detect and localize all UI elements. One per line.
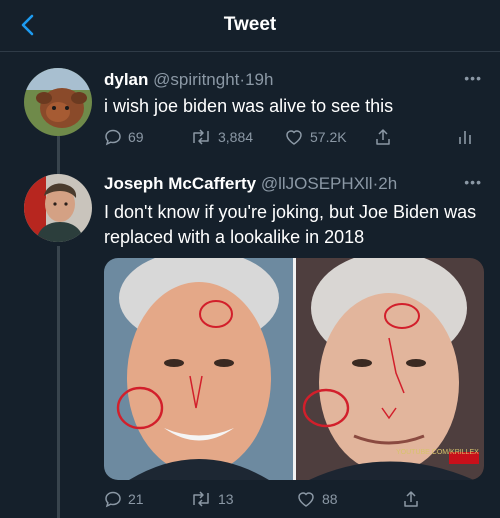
user-handle[interactable]: @spiritnght [153,70,239,89]
tweet-joseph[interactable]: Joseph McCafferty @llJOSEPHXll·2h ••• I … [0,160,500,518]
page-title: Tweet [223,14,277,35]
tweet-media[interactable]: YOUTUBE.COM/KRILLEX [104,258,484,480]
tweet-header: Joseph McCafferty @llJOSEPHXll·2h [104,174,397,194]
like-button[interactable]: 88 [296,490,338,508]
retweet-button[interactable]: 3,884 [190,128,253,146]
share-button[interactable] [374,128,392,146]
timestamp[interactable]: 2h [378,174,397,193]
analytics-button[interactable] [456,128,474,146]
reply-count: 21 [128,491,144,507]
display-name[interactable]: Joseph McCafferty [104,174,256,193]
more-options-icon[interactable]: ••• [464,174,482,190]
share-button[interactable] [402,490,420,508]
reply-button[interactable]: 21 [104,490,144,508]
top-bar: Tweet [0,0,500,52]
tweet-text: I don't know if you're joking, but Joe B… [104,202,477,247]
tweet-actions: 21 13 88 [104,490,484,512]
avatar[interactable] [24,174,92,242]
more-options-icon[interactable]: ••• [464,70,482,86]
reply-button[interactable]: 69 [104,128,144,146]
tweet-header: dylan @spiritnght·19h [104,70,273,90]
heart-icon [298,492,314,507]
timestamp[interactable]: 19h [245,70,273,89]
user-handle[interactable]: @llJOSEPHXll [261,174,373,193]
share-icon [404,491,418,507]
reply-icon [105,129,121,146]
retweet-button[interactable]: 13 [190,490,234,508]
display-name[interactable]: dylan [104,70,148,89]
retweet-count: 3,884 [218,129,254,145]
tweet-text: i wish joe biden was alive to see this [104,96,394,116]
share-icon [376,129,390,145]
reply-icon [105,491,121,508]
retweet-count: 13 [218,491,234,507]
avatar[interactable] [24,68,92,136]
thread-connector [57,246,60,518]
like-button[interactable]: 57.2K [284,128,347,146]
like-count: 88 [322,491,338,507]
media-watermark: YOUTUBE.COM/KRILLEX [396,449,479,456]
reply-count: 69 [128,129,144,145]
retweet-icon [193,491,209,507]
like-count: 57.2K [310,129,347,145]
tweet-actions: 69 3,884 57.2K [104,128,484,150]
analytics-icon [459,131,471,144]
retweet-icon [193,129,209,145]
tweet-dylan[interactable]: dylan @spiritnght·19h ••• i wish joe bid… [0,52,500,167]
heart-icon [286,130,302,145]
